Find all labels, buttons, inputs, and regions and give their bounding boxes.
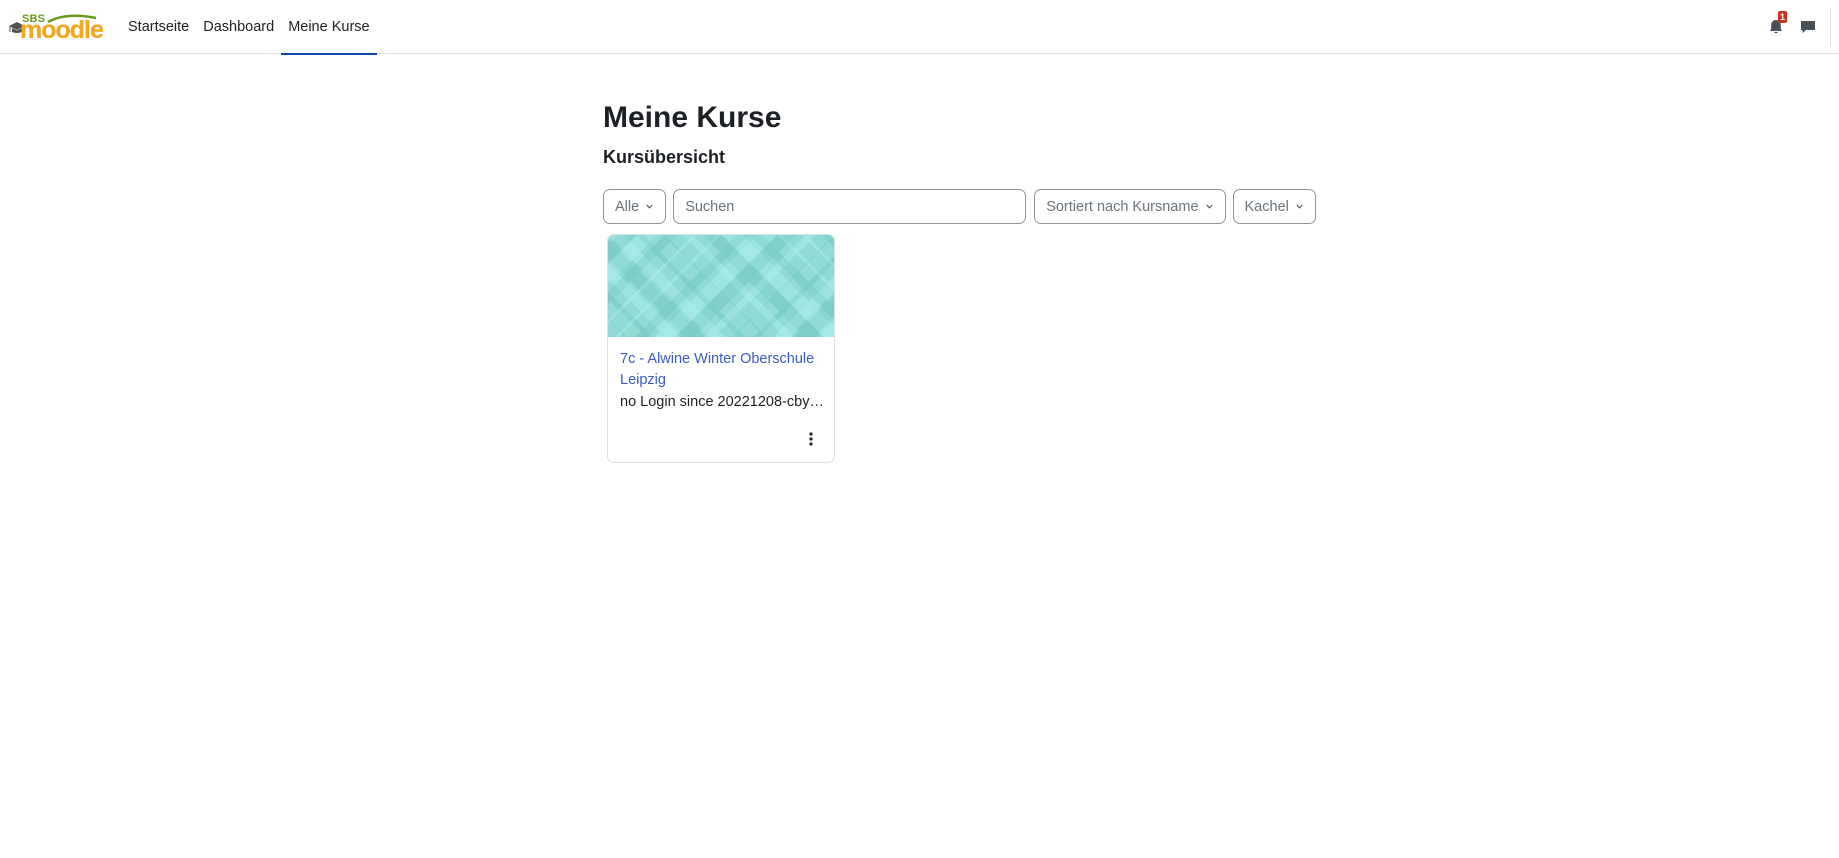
chevron-down-icon xyxy=(1205,204,1213,209)
notification-count-badge: 1 xyxy=(1778,11,1788,23)
view-dropdown[interactable]: Kachel xyxy=(1232,189,1316,224)
nav-dashboard[interactable]: Dashboard xyxy=(196,0,281,54)
primary-navigation: Startseite Dashboard Meine Kurse xyxy=(121,0,378,55)
course-search-input[interactable] xyxy=(673,189,1027,224)
course-card-body: 7c - Alwine Winter Oberschule Leipzig no… xyxy=(608,337,834,413)
course-overview-title: Kursübersicht xyxy=(603,147,726,167)
chevron-down-icon xyxy=(1296,204,1303,209)
top-navbar: SBS moodle Startseite Dashboard Meine Ku… xyxy=(0,0,1839,55)
messages-button[interactable] xyxy=(1798,17,1818,37)
grouping-dropdown[interactable]: Alle xyxy=(603,189,667,224)
sort-dropdown[interactable]: Sortiert nach Kursname xyxy=(1034,189,1226,224)
view-dropdown-label: Kachel xyxy=(1244,198,1289,215)
course-filters: Alle Sortiert nach Kursname Kachel xyxy=(603,189,1323,224)
page-title: Meine Kurse xyxy=(603,101,782,134)
sbs-moodle-logo[interactable]: SBS moodle xyxy=(8,11,104,44)
course-card: 7c - Alwine Winter Oberschule Leipzig no… xyxy=(607,234,835,463)
notifications-button[interactable]: 1 xyxy=(1766,11,1788,37)
nav-startseite[interactable]: Startseite xyxy=(121,0,196,54)
course-category: no Login since 20221208-cbyva... xyxy=(620,394,830,410)
navbar-divider xyxy=(1830,8,1831,46)
grouping-dropdown-label: Alle xyxy=(615,198,640,215)
nav-meine-kurse[interactable]: Meine Kurse xyxy=(281,0,378,55)
course-image[interactable] xyxy=(608,235,835,337)
chevron-down-icon xyxy=(646,204,653,209)
message-icon xyxy=(1801,21,1815,33)
course-name-link[interactable]: 7c - Alwine Winter Oberschule Leipzig xyxy=(620,349,822,391)
logo-moodle-text: moodle xyxy=(20,16,104,44)
navbar-user-area: 1 xyxy=(1766,0,1839,54)
sort-dropdown-label: Sortiert nach Kursname xyxy=(1046,198,1199,215)
course-actions-menu-icon[interactable] xyxy=(804,430,818,448)
